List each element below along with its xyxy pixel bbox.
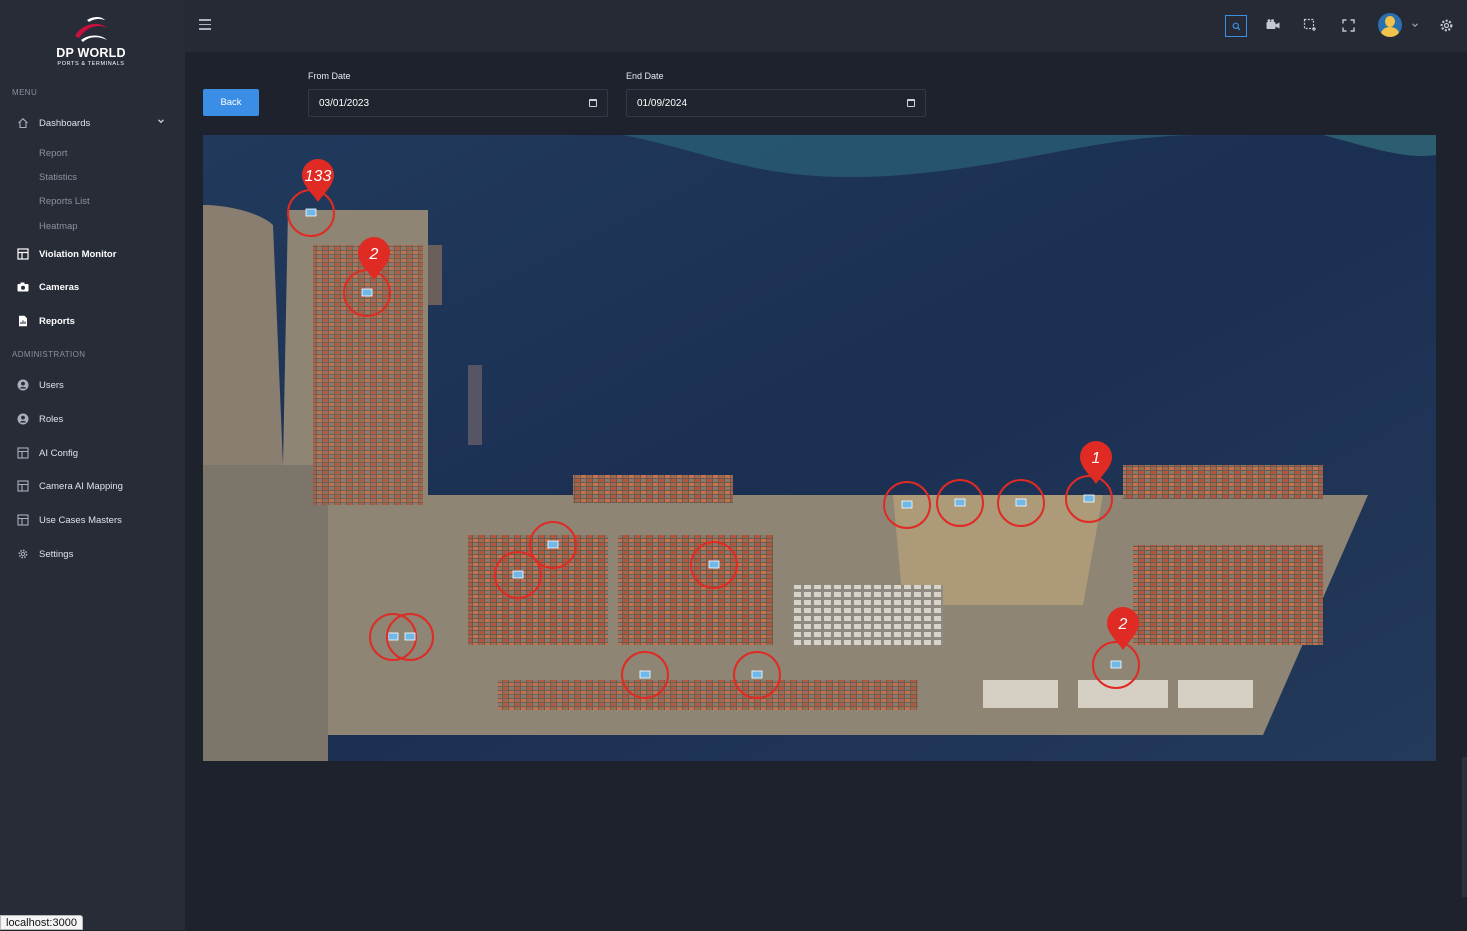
administration-section-title: ADMINISTRATION <box>12 350 86 359</box>
ship <box>468 365 482 445</box>
search-icon[interactable] <box>1225 15 1247 37</box>
count-pin-label: 2 <box>1118 616 1128 633</box>
gear-icon[interactable] <box>1436 15 1456 35</box>
ship <box>428 245 442 305</box>
chevron-down-icon[interactable] <box>157 117 165 128</box>
warehouse <box>1078 680 1168 708</box>
count-pin-label: 133 <box>305 168 332 185</box>
sidebar-item-label: Roles <box>39 413 64 425</box>
calendar-icon[interactable] <box>589 99 597 107</box>
region-select-icon[interactable] <box>1300 15 1320 35</box>
ship <box>1123 465 1323 499</box>
map-canvas[interactable]: 133 2 1 2 <box>203 135 1436 761</box>
end-date-label: End Date <box>626 71 664 81</box>
sidebar-item-label: Use Cases Masters <box>39 514 122 526</box>
brand-name: DP WORLD <box>56 46 126 60</box>
dp-world-logo[interactable]: DP WORLD PORTS & TERMINALS <box>46 14 136 78</box>
sidebar-item-settings[interactable]: Settings <box>16 545 73 563</box>
video-camera-icon[interactable] <box>1263 15 1283 35</box>
sidebar-item-cameras[interactable]: Cameras <box>16 278 79 296</box>
sidebar-item-label: Camera AI Mapping <box>39 480 123 492</box>
container-yard <box>498 680 918 710</box>
sidebar-item-dashboards[interactable]: Dashboards <box>16 114 164 132</box>
container-yard <box>1133 545 1323 645</box>
user-circle-icon <box>16 379 29 392</box>
layout-icon <box>16 480 29 493</box>
end-date-value: 01/09/2024 <box>637 97 688 109</box>
sidebar-item-reports-list[interactable]: Reports List <box>39 196 90 207</box>
count-pin-label: 2 <box>369 246 379 263</box>
end-date-field[interactable]: 01/09/2024 <box>626 89 926 117</box>
sidebar-item-report[interactable]: Report <box>39 148 68 159</box>
warehouse <box>1178 680 1253 708</box>
from-date-label: From Date <box>308 71 351 81</box>
layout-icon <box>16 248 29 261</box>
layout-icon <box>16 447 29 460</box>
sidebar-item-label: Settings <box>39 548 74 560</box>
sidebar-item-label: Reports <box>39 315 75 327</box>
sidebar-item-roles[interactable]: Roles <box>16 410 63 428</box>
sidebar-item-label: Dashboards <box>39 117 91 129</box>
scrollbar[interactable] <box>1462 757 1467 897</box>
ship <box>573 475 733 503</box>
layout-icon <box>16 514 29 527</box>
top-bar <box>185 0 1467 52</box>
sidebar-item-violation-monitor[interactable]: Violation Monitor <box>16 245 116 263</box>
brand-subtitle: PORTS & TERMINALS <box>57 61 125 67</box>
container-yard <box>793 585 943 645</box>
sidebar: DP WORLD PORTS & TERMINALS MENU Dashboar… <box>0 0 185 930</box>
home-icon <box>16 117 29 130</box>
fullscreen-icon[interactable] <box>1338 15 1358 35</box>
sidebar-item-label: AI Config <box>39 447 79 459</box>
back-button[interactable]: Back <box>203 89 259 116</box>
calendar-icon[interactable] <box>907 99 915 107</box>
land-west <box>203 205 283 465</box>
from-date-field[interactable]: 03/01/2023 <box>308 89 608 117</box>
camera-icon <box>16 281 29 294</box>
sidebar-item-users[interactable]: Users <box>16 376 64 394</box>
user-circle-icon <box>16 413 29 426</box>
count-pin-label: 1 <box>1092 450 1101 467</box>
container-yard <box>313 245 423 505</box>
container-yard <box>468 535 608 645</box>
status-url: localhost:3000 <box>0 915 83 930</box>
logo-swoosh-icon <box>75 17 107 42</box>
sidebar-item-heatmap[interactable]: Heatmap <box>39 221 78 232</box>
sidebar-item-camera-ai-mapping[interactable]: Camera AI Mapping <box>16 477 123 495</box>
menu-section-title: MENU <box>12 88 38 97</box>
sidebar-item-statistics[interactable]: Statistics <box>39 172 77 183</box>
avatar[interactable] <box>1378 13 1402 37</box>
sidebar-item-use-cases-masters[interactable]: Use Cases Masters <box>16 511 122 529</box>
menu-icon[interactable] <box>199 19 211 30</box>
sidebar-item-label: Cameras <box>39 281 80 293</box>
gear-icon <box>16 548 29 561</box>
land-southwest <box>203 465 328 761</box>
chevron-down-icon[interactable] <box>1405 15 1425 35</box>
warehouse <box>983 680 1058 708</box>
sidebar-item-label: Users <box>39 379 64 391</box>
document-icon <box>16 315 29 328</box>
sidebar-item-label: Violation Monitor <box>39 248 117 260</box>
from-date-value: 03/01/2023 <box>319 97 370 109</box>
port-satellite-map[interactable]: 133 2 1 2 <box>203 135 1436 761</box>
sidebar-item-ai-config[interactable]: AI Config <box>16 444 78 462</box>
sidebar-item-reports[interactable]: Reports <box>16 312 75 330</box>
